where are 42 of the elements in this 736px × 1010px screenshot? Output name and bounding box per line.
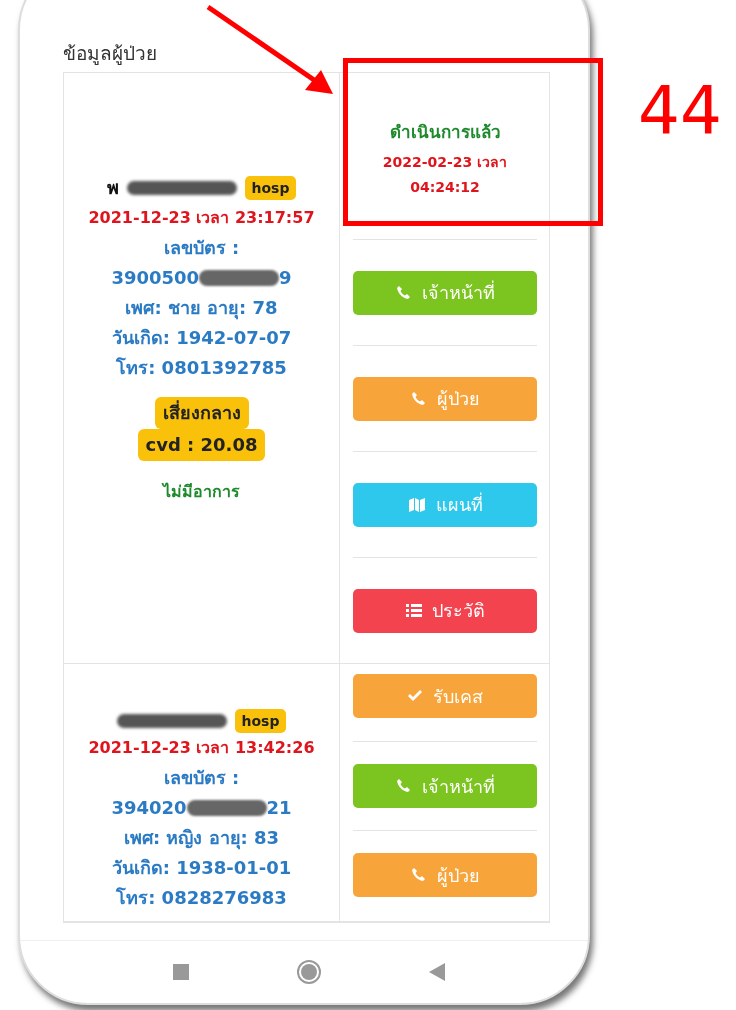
id-number-end: 21: [266, 796, 292, 820]
patient-name: พ: [106, 176, 119, 200]
birth-date: วันเกิด: 1938-01-01: [111, 856, 292, 880]
phone-icon: [395, 778, 412, 794]
cvd-badge: cvd : 20.08: [137, 429, 266, 461]
phone-icon: [395, 284, 412, 301]
id-label: เลขบัตร :: [163, 236, 240, 260]
id-label: เลขบัตร :: [163, 766, 240, 790]
status-time: 04:24:12: [410, 178, 480, 195]
record-datetime: 2021-12-23 เวลา 23:17:57: [88, 207, 315, 229]
call-button[interactable]: เจ้าหน้าที่: [353, 270, 537, 315]
phone-icon: [410, 390, 427, 407]
symptom-text: ไม่มีอาการ: [163, 481, 240, 503]
sex-age: เพศ: หญิง อายุ: 83: [123, 826, 280, 852]
list-icon: [405, 603, 422, 618]
annotation-label: 44: [638, 78, 722, 144]
status-date: 2022-02-23 เวลา: [382, 152, 508, 172]
phone-number: โทร: 0801392785: [116, 356, 287, 380]
record-datetime: 2021-12-23 เวลา 13:42:26: [88, 737, 315, 759]
phone-icon: [410, 867, 427, 883]
hosp-badge: hosp: [234, 709, 287, 733]
call-button[interactable]: ผู้ป่วย: [353, 853, 537, 897]
phone-number: โทร: 0828276983: [116, 886, 287, 910]
page-title: ข้อมูลผู้ป่วย: [63, 41, 158, 67]
sex-age: เพศ: ชาย อายุ: 78: [125, 296, 278, 322]
recent-apps-icon[interactable]: [173, 964, 190, 980]
back-icon[interactable]: [428, 963, 445, 981]
accept-case-button[interactable]: รับเคส: [353, 674, 537, 718]
id-number-start: 394020: [111, 796, 187, 820]
map-icon: [407, 496, 426, 513]
call-button[interactable]: ผู้ป่วย: [353, 376, 537, 421]
risk-badge: เสี่ยงกลาง: [154, 397, 249, 429]
id-number-start: 3900500: [111, 266, 200, 290]
birth-date: วันเกิด: 1942-07-07: [111, 326, 292, 350]
call-button[interactable]: เจ้าหน้าที่: [353, 764, 537, 808]
map-button[interactable]: แผนที่: [353, 482, 537, 527]
id-number-end: 9: [279, 266, 292, 290]
hosp-badge: hosp: [244, 176, 297, 200]
status-text: ดำเนินการแล้ว: [389, 120, 501, 144]
home-icon[interactable]: [296, 959, 322, 985]
check-icon: [407, 689, 423, 703]
history-button[interactable]: ประวัติ: [353, 588, 537, 633]
